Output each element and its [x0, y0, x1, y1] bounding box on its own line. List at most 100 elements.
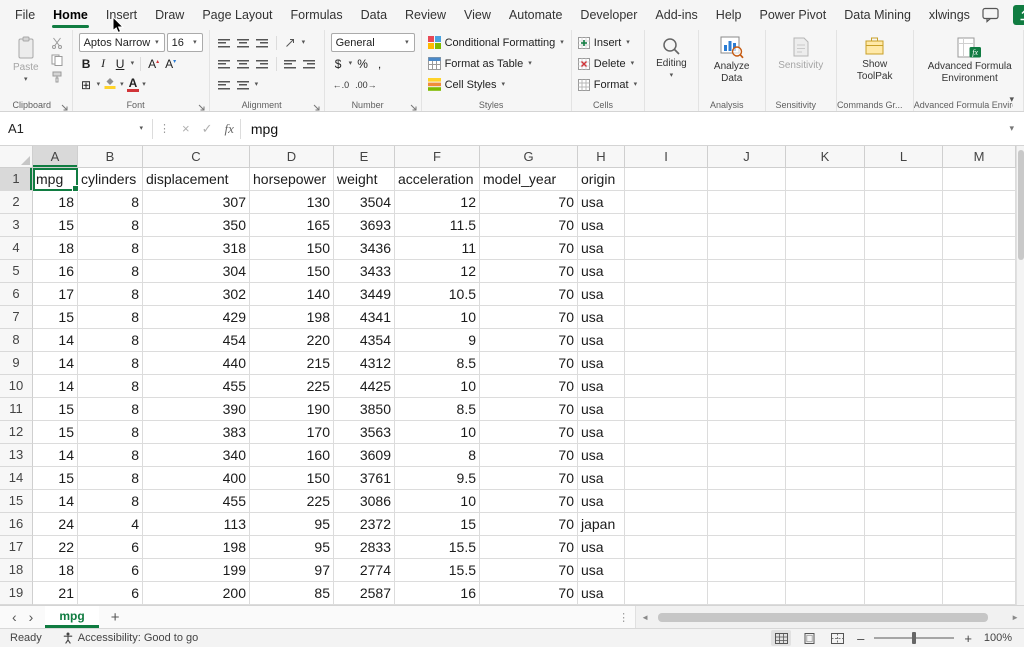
- cell-E4[interactable]: 3436: [334, 237, 395, 260]
- cell-A1[interactable]: mpg: [33, 168, 78, 191]
- cell-C12[interactable]: 383: [143, 421, 250, 444]
- cell-E1[interactable]: weight: [334, 168, 395, 191]
- cell-E3[interactable]: 3693: [334, 214, 395, 237]
- cell-L14[interactable]: [865, 467, 943, 490]
- cell-M11[interactable]: [943, 398, 1016, 421]
- horizontal-scrollbar[interactable]: ◄ ►: [635, 606, 1024, 628]
- cell-M15[interactable]: [943, 490, 1016, 513]
- cell-L16[interactable]: [865, 513, 943, 536]
- cell-G5[interactable]: 70: [480, 260, 578, 283]
- number-format-select[interactable]: General▾: [331, 33, 415, 52]
- cell-G10[interactable]: 70: [480, 375, 578, 398]
- cell-A11[interactable]: 15: [33, 398, 78, 421]
- cell-K1[interactable]: [786, 168, 865, 191]
- cell-C8[interactable]: 454: [143, 329, 250, 352]
- cell-C16[interactable]: 113: [143, 513, 250, 536]
- cell-H11[interactable]: usa: [578, 398, 625, 421]
- cell-C11[interactable]: 390: [143, 398, 250, 421]
- cell-B16[interactable]: 4: [78, 513, 143, 536]
- zoom-in-button[interactable]: +: [962, 631, 974, 646]
- font-name-select[interactable]: Aptos Narrow▾: [79, 33, 165, 52]
- cell-J12[interactable]: [708, 421, 786, 444]
- name-box[interactable]: A1 ▾: [0, 112, 152, 145]
- cell-B13[interactable]: 8: [78, 444, 143, 467]
- cell-F9[interactable]: 8.5: [395, 352, 480, 375]
- borders-button[interactable]: ⊞: [79, 78, 94, 92]
- cell-C14[interactable]: 400: [143, 467, 250, 490]
- cell-D18[interactable]: 97: [250, 559, 334, 582]
- cell-H6[interactable]: usa: [578, 283, 625, 306]
- cell-F1[interactable]: acceleration: [395, 168, 480, 191]
- column-header-C[interactable]: C: [143, 146, 250, 168]
- cell-F19[interactable]: 16: [395, 582, 480, 605]
- cell-K18[interactable]: [786, 559, 865, 582]
- cell-C10[interactable]: 455: [143, 375, 250, 398]
- wrap-text-button[interactable]: [216, 76, 233, 93]
- bold-button[interactable]: B: [79, 57, 94, 71]
- cell-K19[interactable]: [786, 582, 865, 605]
- cell-L17[interactable]: [865, 536, 943, 559]
- cell-I3[interactable]: [625, 214, 708, 237]
- cell-G8[interactable]: 70: [480, 329, 578, 352]
- cell-K13[interactable]: [786, 444, 865, 467]
- row-header-15[interactable]: 15: [0, 490, 33, 513]
- cell-G16[interactable]: 70: [480, 513, 578, 536]
- cell-A5[interactable]: 16: [33, 260, 78, 283]
- cell-J17[interactable]: [708, 536, 786, 559]
- font-name-dropdown-icon[interactable]: ▾: [154, 39, 160, 46]
- cell-G17[interactable]: 70: [480, 536, 578, 559]
- cell-L4[interactable]: [865, 237, 943, 260]
- cell-H14[interactable]: usa: [578, 467, 625, 490]
- cell-J3[interactable]: [708, 214, 786, 237]
- cell-C1[interactable]: displacement: [143, 168, 250, 191]
- cell-H10[interactable]: usa: [578, 375, 625, 398]
- cell-C15[interactable]: 455: [143, 490, 250, 513]
- accessibility-status[interactable]: Accessibility: Good to go: [52, 632, 198, 644]
- row-header-19[interactable]: 19: [0, 582, 33, 605]
- italic-button[interactable]: I: [96, 56, 111, 71]
- format-cells-button[interactable]: Format ▾: [578, 75, 638, 94]
- cell-I13[interactable]: [625, 444, 708, 467]
- cell-B12[interactable]: 8: [78, 421, 143, 444]
- editing-button[interactable]: Editing ▾: [651, 33, 692, 79]
- cell-I4[interactable]: [625, 237, 708, 260]
- cell-L13[interactable]: [865, 444, 943, 467]
- row-header-10[interactable]: 10: [0, 375, 33, 398]
- cell-K12[interactable]: [786, 421, 865, 444]
- row-header-12[interactable]: 12: [0, 421, 33, 444]
- cell-H19[interactable]: usa: [578, 582, 625, 605]
- scroll-right-icon[interactable]: ►: [1006, 613, 1024, 622]
- name-box-dropdown-icon[interactable]: ▾: [138, 125, 144, 132]
- cell-D16[interactable]: 95: [250, 513, 334, 536]
- alignment-dialog-launcher[interactable]: [313, 100, 322, 109]
- cell-H16[interactable]: japan: [578, 513, 625, 536]
- cell-J15[interactable]: [708, 490, 786, 513]
- cell-D11[interactable]: 190: [250, 398, 334, 421]
- menu-tab-view[interactable]: View: [455, 0, 500, 30]
- cell-B5[interactable]: 8: [78, 260, 143, 283]
- cell-D14[interactable]: 150: [250, 467, 334, 490]
- cell-B15[interactable]: 8: [78, 490, 143, 513]
- column-header-G[interactable]: G: [480, 146, 578, 168]
- cell-E17[interactable]: 2833: [334, 536, 395, 559]
- column-header-H[interactable]: H: [578, 146, 625, 168]
- cell-A15[interactable]: 14: [33, 490, 78, 513]
- font-size-select[interactable]: 16▾: [167, 33, 203, 52]
- cell-J13[interactable]: [708, 444, 786, 467]
- insert-cells-button[interactable]: Insert ▾: [578, 33, 638, 52]
- cell-F12[interactable]: 10: [395, 421, 480, 444]
- font-dialog-launcher[interactable]: [198, 100, 207, 109]
- cell-I5[interactable]: [625, 260, 708, 283]
- insert-dropdown-icon[interactable]: ▾: [625, 39, 631, 46]
- cell-C18[interactable]: 199: [143, 559, 250, 582]
- column-header-L[interactable]: L: [865, 146, 943, 168]
- zoom-slider[interactable]: [874, 631, 954, 645]
- cell-L9[interactable]: [865, 352, 943, 375]
- borders-dropdown-icon[interactable]: ▾: [96, 81, 102, 88]
- cell-K5[interactable]: [786, 260, 865, 283]
- cell-G15[interactable]: 70: [480, 490, 578, 513]
- cell-A18[interactable]: 18: [33, 559, 78, 582]
- cell-L12[interactable]: [865, 421, 943, 444]
- cell-H4[interactable]: usa: [578, 237, 625, 260]
- cell-M1[interactable]: [943, 168, 1016, 191]
